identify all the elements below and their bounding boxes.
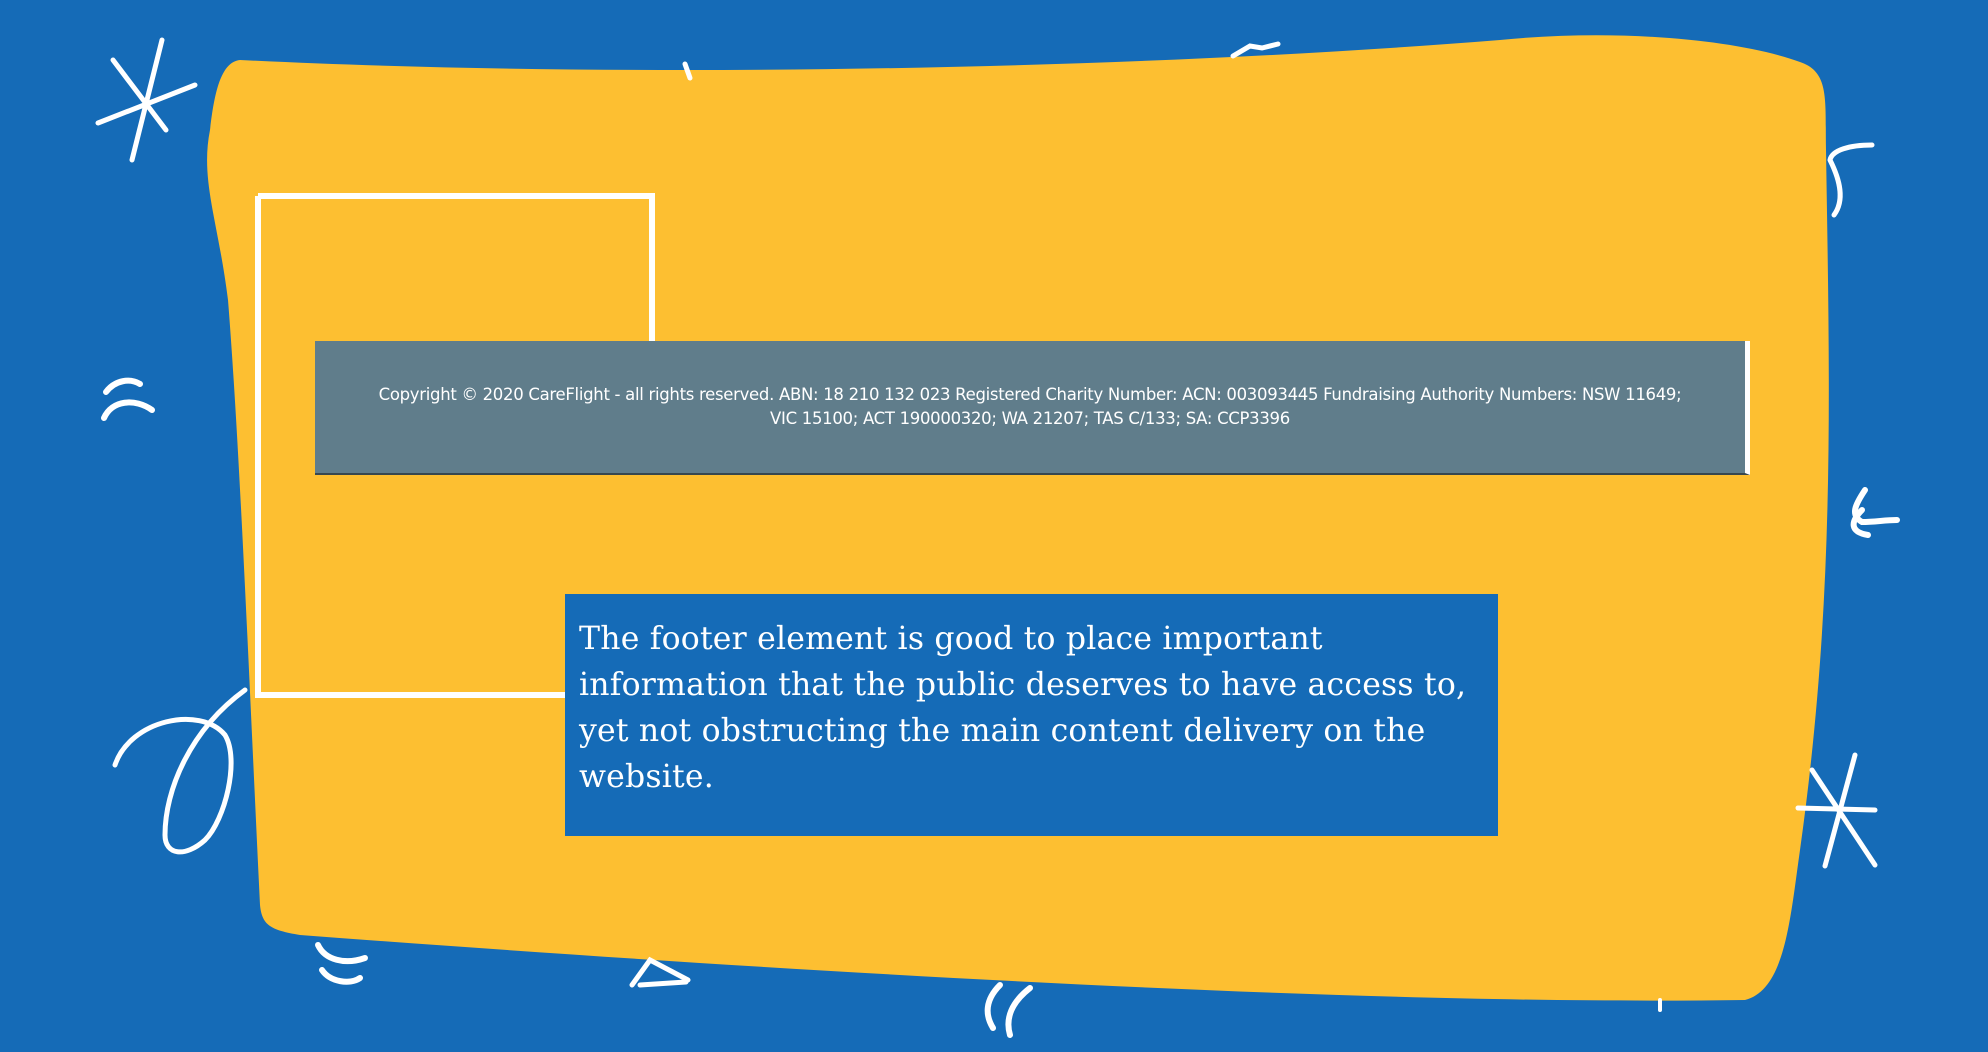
asterisk-doodle <box>95 37 198 163</box>
caption-box: The footer element is good to place impo… <box>565 594 1498 836</box>
slide: Copyright © 2020 CareFlight - all rights… <box>0 0 1988 1052</box>
star-doodle-bottom <box>629 956 691 988</box>
paren-doodle <box>984 982 1033 1038</box>
yellow-card <box>207 35 1829 1001</box>
loop-doodle <box>112 687 248 855</box>
curl-doodle <box>101 377 155 421</box>
curl-doodle-bottom <box>315 942 368 985</box>
caption-text: The footer element is good to place impo… <box>579 621 1467 795</box>
curl-doodle-right <box>1850 487 1900 538</box>
background-doodles <box>95 35 1900 1038</box>
footer-copyright-bar: Copyright © 2020 CareFlight - all rights… <box>315 341 1750 475</box>
hook-doodle <box>1827 142 1875 218</box>
copyright-text: Copyright © 2020 CareFlight - all rights… <box>378 385 1682 428</box>
